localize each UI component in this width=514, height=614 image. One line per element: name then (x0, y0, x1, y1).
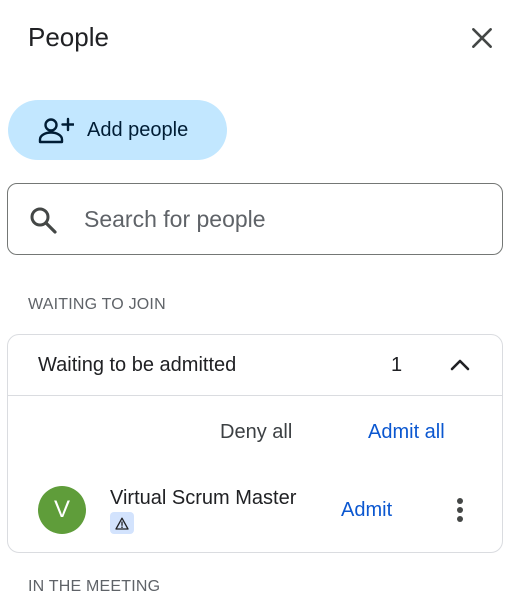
add-people-label: Add people (87, 119, 189, 141)
people-panel: People Add people WAITING TO JOIN Waitin… (0, 0, 514, 614)
waiting-to-join-heading: WAITING TO JOIN (28, 296, 166, 313)
avatar-initial: V (53, 496, 70, 523)
search-box[interactable] (7, 183, 503, 255)
warning-icon (115, 517, 129, 530)
warning-badge (110, 512, 134, 534)
in-the-meeting-heading: IN THE MEETING (28, 578, 161, 595)
avatar: V (38, 486, 86, 534)
more-options-button[interactable] (444, 492, 476, 528)
person-add-icon (38, 117, 74, 144)
waiting-card-label: Waiting to be admitted (38, 354, 237, 376)
admit-all-button[interactable]: Admit all (368, 420, 445, 444)
search-icon (30, 207, 57, 234)
more-vert-icon (457, 498, 463, 522)
search-input[interactable] (84, 200, 484, 238)
admit-button[interactable]: Admit (341, 498, 392, 522)
waiting-card-header[interactable]: Waiting to be admitted 1 (8, 335, 502, 396)
collapse-button[interactable] (442, 347, 478, 383)
close-button[interactable] (462, 18, 502, 58)
add-people-button[interactable]: Add people (8, 100, 227, 160)
waiting-count: 1 (391, 354, 403, 376)
close-icon (472, 28, 492, 48)
participant-name: Virtual Scrum Master (110, 487, 297, 509)
deny-all-button[interactable]: Deny all (220, 420, 292, 444)
chevron-up-icon (450, 359, 470, 371)
panel-title: People (28, 22, 109, 52)
waiting-card: Waiting to be admitted 1 Deny all Admit … (7, 334, 503, 553)
